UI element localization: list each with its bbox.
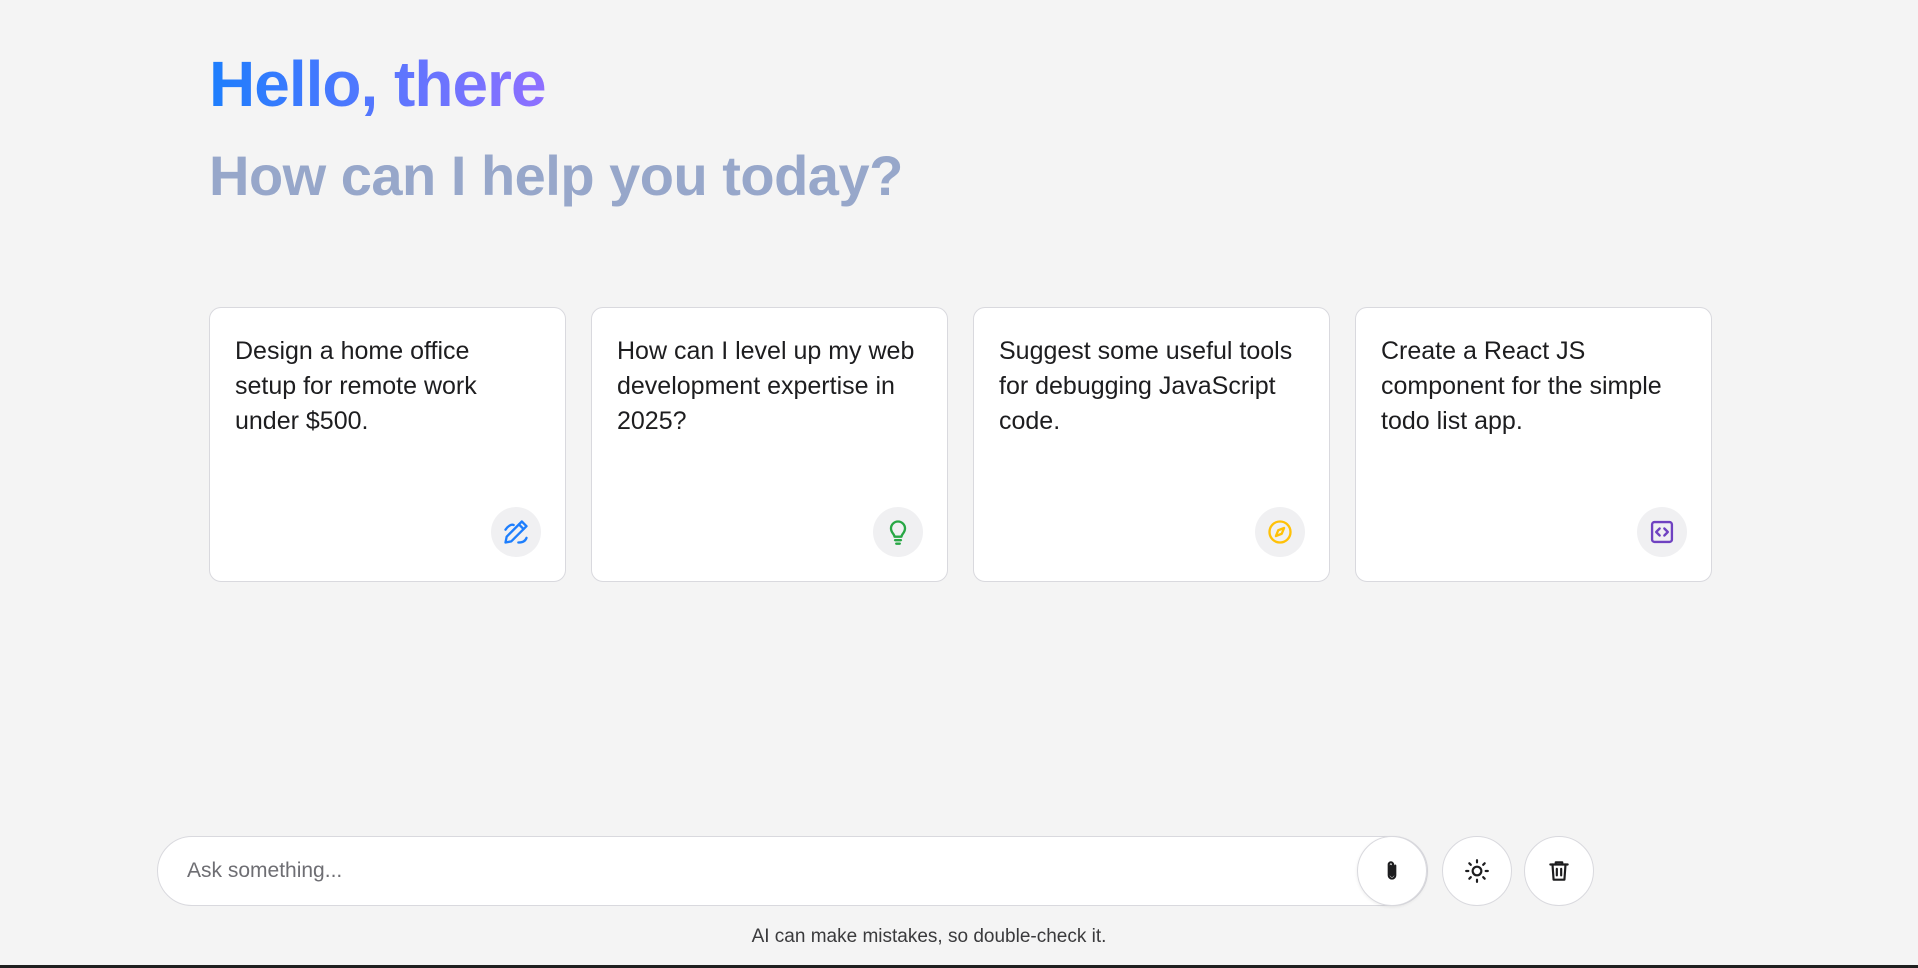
suggestion-text: How can I level up my web development ex… bbox=[617, 337, 915, 435]
lightbulb-icon bbox=[873, 507, 923, 557]
suggestion-text: Create a React JS component for the simp… bbox=[1381, 337, 1662, 435]
compass-icon bbox=[1255, 507, 1305, 557]
prompt-bar bbox=[157, 836, 1428, 906]
suggestion-card-react[interactable]: Create a React JS component for the simp… bbox=[1355, 307, 1712, 582]
help-subheading: How can I help you today? bbox=[209, 144, 903, 207]
suggestion-list: Design a home office setup for remote wo… bbox=[209, 307, 1712, 582]
pencil-icon bbox=[491, 507, 541, 557]
attach-file-button[interactable] bbox=[1357, 836, 1427, 906]
theme-toggle-button[interactable] bbox=[1442, 836, 1512, 906]
prompt-input[interactable] bbox=[187, 837, 1287, 905]
suggestion-text: Suggest some useful tools for debugging … bbox=[999, 337, 1293, 435]
chat-home-page: Hello, there How can I help you today? D… bbox=[0, 0, 1918, 968]
disclaimer-text: AI can make mistakes, so double-check it… bbox=[751, 926, 1107, 947]
greeting-heading: Hello, there bbox=[209, 44, 547, 124]
delete-chats-button[interactable] bbox=[1524, 836, 1594, 906]
suggestion-card-debugging[interactable]: Suggest some useful tools for debugging … bbox=[973, 307, 1330, 582]
trash-icon bbox=[1549, 861, 1569, 881]
sun-icon bbox=[1465, 859, 1489, 883]
suggestion-card-home-office[interactable]: Design a home office setup for remote wo… bbox=[209, 307, 566, 582]
paperclip-icon bbox=[1387, 861, 1397, 880]
code-icon bbox=[1637, 507, 1687, 557]
suggestion-text: Design a home office setup for remote wo… bbox=[235, 337, 477, 435]
suggestion-card-web-dev[interactable]: How can I level up my web development ex… bbox=[591, 307, 948, 582]
